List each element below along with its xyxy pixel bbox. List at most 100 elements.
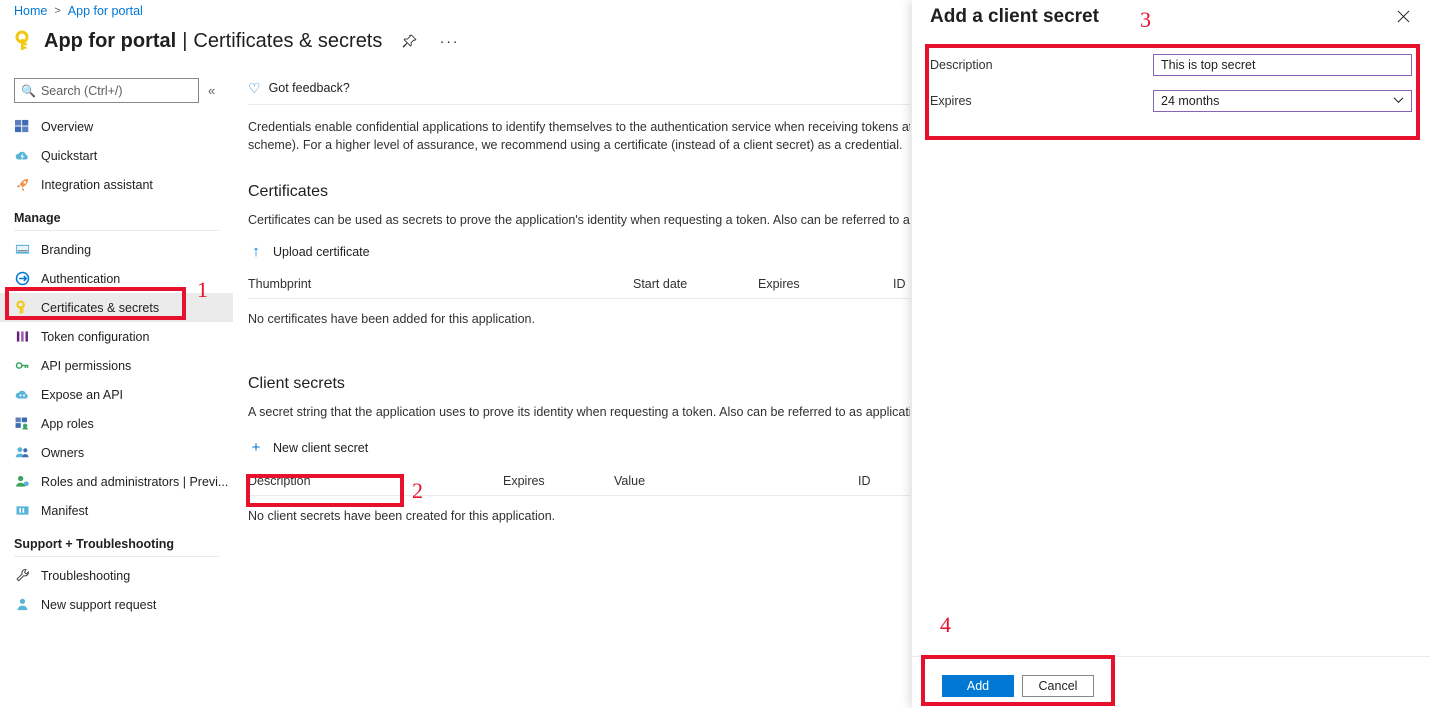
close-icon[interactable] xyxy=(1392,5,1414,27)
sidebar-search-row: 🔍 Search (Ctrl+/) « xyxy=(0,72,233,103)
sidebar-group-manage: Manage xyxy=(14,211,61,225)
certificates-table-header: Thumbprint Start date Expires ID xyxy=(248,277,910,299)
manifest-icon xyxy=(14,502,31,519)
sidebar-item-label: App roles xyxy=(41,416,94,431)
column-id: ID xyxy=(858,474,871,488)
panel-title: Add a client secret xyxy=(930,6,1099,27)
description-field-row: Description This is top secret xyxy=(930,54,1412,76)
sidebar-item-label: Token configuration xyxy=(41,329,150,344)
heart-icon: ♡ xyxy=(248,79,261,96)
cloud-lightning-icon xyxy=(14,147,31,164)
sidebar-item-label: Expose an API xyxy=(41,387,124,402)
sidebar-item-branding[interactable]: Branding xyxy=(0,235,233,264)
upload-icon: ↑ xyxy=(252,243,260,260)
main-content: ♡ Got feedback? Credentials enable confi… xyxy=(233,72,910,708)
column-start-date: Start date xyxy=(633,277,688,291)
page-title: App for portal | Certificates & secrets … xyxy=(14,24,462,58)
sidebar-item-new-support-request[interactable]: New support request xyxy=(0,590,233,619)
certificates-table: Thumbprint Start date Expires ID No cert… xyxy=(248,277,910,326)
expires-label: Expires xyxy=(930,94,972,108)
command-bar: ♡ Got feedback? xyxy=(233,72,910,104)
sidebar-group-divider xyxy=(14,556,219,557)
upload-certificate-label: Upload certificate xyxy=(273,244,370,259)
chevron-down-icon xyxy=(1393,96,1404,107)
sidebar-item-roles-and-administrators[interactable]: Roles and administrators | Previ... xyxy=(0,467,233,496)
api-permissions-icon xyxy=(14,357,31,374)
ellipsis-icon[interactable]: ··· xyxy=(436,28,462,54)
sidebar-item-label: Manifest xyxy=(41,503,89,518)
add-button[interactable]: Add xyxy=(942,675,1014,697)
search-icon: 🔍 xyxy=(21,83,36,98)
sidebar-group-divider xyxy=(14,230,219,231)
new-client-secret-label: New client secret xyxy=(273,440,369,455)
search-input[interactable]: 🔍 Search (Ctrl+/) xyxy=(14,78,199,103)
rocket-icon xyxy=(14,176,31,193)
add-client-secret-panel: Add a client secret Description This is … xyxy=(912,0,1430,708)
sidebar-item-label: Troubleshooting xyxy=(41,568,131,583)
description-input[interactable]: This is top secret xyxy=(1153,54,1412,76)
app-roles-icon xyxy=(14,415,31,432)
description-label: Description xyxy=(930,58,993,72)
sidebar-item-label: Branding xyxy=(41,242,92,257)
page-title-app-name: App for portal xyxy=(44,29,177,52)
app-root: Home > App for portal App for portal | C… xyxy=(0,0,1430,708)
certificates-empty-message: No certificates have been added for this… xyxy=(248,312,535,326)
overview-grid-icon xyxy=(14,118,31,135)
sidebar-item-label: Authentication xyxy=(41,271,121,286)
column-description: Description xyxy=(248,474,311,488)
sidebar-item-expose-an-api[interactable]: Expose an API xyxy=(0,380,233,409)
key-icon xyxy=(14,299,31,316)
expose-api-icon xyxy=(14,386,31,403)
branding-icon xyxy=(14,241,31,258)
got-feedback-button[interactable]: ♡ Got feedback? xyxy=(248,80,350,97)
sidebar-item-label: Certificates & secrets xyxy=(41,300,160,315)
sidebar-item-label: Integration assistant xyxy=(41,177,153,192)
sidebar-item-owners[interactable]: Owners xyxy=(0,438,233,467)
support-person-icon xyxy=(14,596,31,613)
sidebar-item-integration-assistant[interactable]: Integration assistant xyxy=(0,170,233,199)
column-value: Value xyxy=(614,474,646,488)
new-client-secret-button[interactable]: + New client secret xyxy=(249,439,369,456)
panel-actions: Add Cancel xyxy=(942,675,1094,697)
client-secrets-heading: Client secrets xyxy=(248,375,345,392)
expires-field-row: Expires 24 months xyxy=(930,90,1412,112)
sidebar-item-overview[interactable]: Overview xyxy=(0,112,233,141)
sidebar-group-support-troubleshooting: Support + Troubleshooting xyxy=(14,537,175,551)
sidebar-item-authentication[interactable]: Authentication xyxy=(0,264,233,293)
roles-admin-icon xyxy=(14,473,31,490)
sidebar-item-manifest[interactable]: Manifest xyxy=(0,496,233,525)
sidebar-item-app-roles[interactable]: App roles xyxy=(0,409,233,438)
expires-selected-value: 24 months xyxy=(1161,94,1220,108)
sidebar-item-api-permissions[interactable]: API permissions xyxy=(0,351,233,380)
expires-select[interactable]: 24 months xyxy=(1153,90,1412,112)
search-placeholder: Search (Ctrl+/) xyxy=(40,83,123,98)
breadcrumb: Home > App for portal xyxy=(14,0,143,22)
upload-certificate-button[interactable]: ↑ Upload certificate xyxy=(249,243,370,260)
authentication-icon xyxy=(14,270,31,287)
token-bars-icon xyxy=(14,328,31,345)
intro-paragraph: Credentials enable confidential applicat… xyxy=(248,120,910,152)
column-expires: Expires xyxy=(758,277,800,291)
key-icon xyxy=(14,30,36,52)
column-id: ID xyxy=(893,277,906,291)
sidebar-item-quickstart[interactable]: Quickstart xyxy=(0,141,233,170)
page-title-separator: | xyxy=(182,29,188,52)
sidebar-item-troubleshooting[interactable]: Troubleshooting xyxy=(0,561,233,590)
client-secrets-table-header: Description Expires Value ID xyxy=(248,474,910,496)
owners-people-icon xyxy=(14,444,31,461)
certificates-heading: Certificates xyxy=(248,183,329,200)
sidebar-item-label: API permissions xyxy=(41,358,132,373)
page-title-section: Certificates & secrets xyxy=(193,29,383,52)
certificates-description: Certificates can be used as secrets to p… xyxy=(248,213,910,227)
sidebar-item-token-configuration[interactable]: Token configuration xyxy=(0,322,233,351)
wrench-icon xyxy=(14,567,31,584)
breadcrumb-current-link[interactable]: App for portal xyxy=(68,4,143,18)
breadcrumb-home-link[interactable]: Home xyxy=(14,4,47,18)
sidebar: 🔍 Search (Ctrl+/) « Overview Quickstart … xyxy=(0,72,233,708)
pin-icon[interactable] xyxy=(396,28,422,54)
collapse-sidebar-icon[interactable]: « xyxy=(208,83,215,98)
client-secrets-description: A secret string that the application use… xyxy=(248,405,910,419)
sidebar-item-certificates-and-secrets[interactable]: Certificates & secrets xyxy=(0,293,233,322)
client-secrets-empty-message: No client secrets have been created for … xyxy=(248,509,556,523)
cancel-button[interactable]: Cancel xyxy=(1022,675,1094,697)
